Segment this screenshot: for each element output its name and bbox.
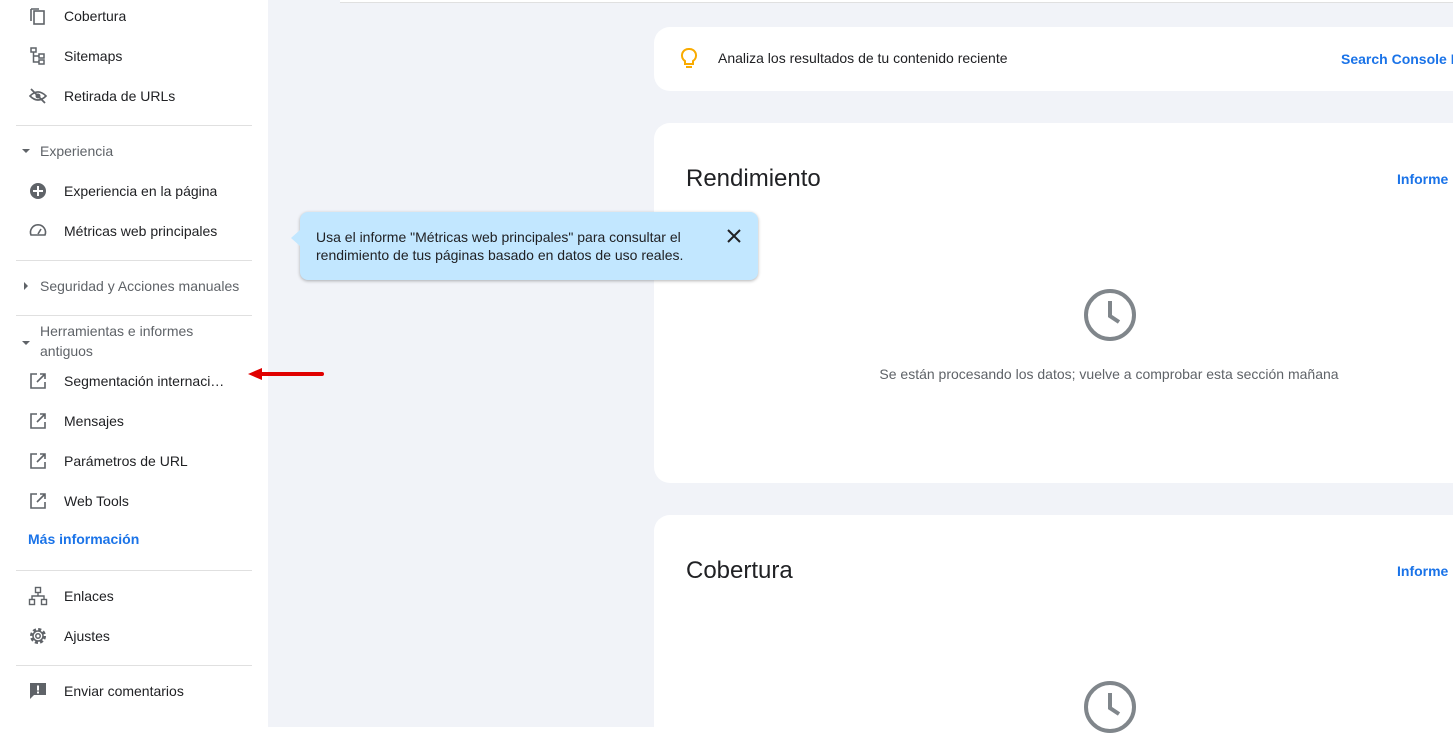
- section-security[interactable]: Seguridad y Acciones manuales: [0, 276, 256, 296]
- section-header-label: Herramientas e informes: [40, 323, 194, 339]
- sidebar-item-label: Ajustes: [64, 628, 110, 644]
- section-header-label: antiguos: [40, 343, 93, 359]
- performance-title: Rendimiento: [686, 165, 821, 192]
- more-info-link[interactable]: Más información: [28, 531, 139, 547]
- coverage-report-link[interactable]: Informe: [1397, 563, 1448, 579]
- section-header-label: Experiencia: [40, 143, 114, 159]
- caret-down-icon: [22, 149, 30, 153]
- sidebar: Cobertura Sitemaps Retirada de URLs Expe…: [0, 0, 268, 727]
- external-link-icon: [30, 493, 46, 509]
- sidebar-item-label: Mensajes: [64, 413, 124, 429]
- external-link-icon: [30, 413, 46, 429]
- tooltip-text-line: rendimiento de tus páginas basado en dat…: [316, 247, 684, 263]
- sidebar-item-messages[interactable]: Mensajes: [0, 401, 256, 441]
- sidebar-item-sitemaps[interactable]: Sitemaps: [0, 36, 256, 76]
- tooltip-text: Usa el informe "Métricas web principales…: [316, 228, 716, 264]
- sidebar-divider: [16, 315, 252, 316]
- sidebar-item-label: Sitemaps: [64, 48, 123, 64]
- external-link-icon: [30, 453, 46, 469]
- performance-card: Rendimiento Informe Se están procesando …: [654, 123, 1453, 483]
- tooltip-text-line: Usa el informe "Métricas web principales…: [316, 229, 681, 245]
- external-link-icon: [30, 373, 46, 389]
- caret-down-icon: [22, 341, 30, 345]
- annotation-arrow-icon: [248, 368, 324, 380]
- tooltip-pointer: [291, 230, 300, 246]
- processing-message: Se están procesando los datos; vuelve a …: [879, 366, 1339, 382]
- links-tree-icon: [28, 586, 48, 606]
- section-header-label: Seguridad y Acciones manuales: [40, 278, 240, 294]
- tip-link[interactable]: Search Console I: [1341, 51, 1453, 67]
- gear-icon: [30, 628, 46, 644]
- sidebar-item-url-removal[interactable]: Retirada de URLs: [0, 76, 256, 116]
- sidebar-item-core-web-vitals[interactable]: Métricas web principales: [0, 211, 256, 251]
- sidebar-item-links[interactable]: Enlaces: [0, 576, 256, 616]
- sidebar-item-label: Métricas web principales: [64, 223, 218, 239]
- section-experience[interactable]: Experiencia: [0, 141, 256, 161]
- sidebar-item-url-parameters[interactable]: Parámetros de URL: [0, 441, 256, 481]
- coverage-title: Cobertura: [686, 557, 793, 584]
- sidebar-item-label: Experiencia en la página: [64, 183, 218, 199]
- sidebar-item-settings[interactable]: Ajustes: [0, 616, 256, 656]
- sidebar-item-coverage[interactable]: Cobertura: [0, 0, 256, 36]
- sidebar-item-web-tools[interactable]: Web Tools: [0, 481, 256, 521]
- clock-icon: [1084, 289, 1136, 341]
- sidebar-item-label: Enviar comentarios: [64, 683, 184, 699]
- sidebar-item-label: Web Tools: [64, 493, 129, 509]
- sidebar-divider: [16, 125, 252, 126]
- sitemap-icon: [30, 47, 45, 65]
- coverage-card: Cobertura Informe: [654, 515, 1453, 755]
- plus-circle-icon: [30, 183, 46, 199]
- sidebar-item-send-feedback[interactable]: Enviar comentarios: [0, 671, 256, 711]
- top-divider: [340, 0, 1453, 3]
- copy-pages-icon: [30, 8, 45, 25]
- caret-right-icon: [24, 282, 28, 290]
- feedback-icon: [30, 683, 46, 699]
- section-legacy-tools[interactable]: Herramientas e informes antiguos: [0, 321, 256, 361]
- sidebar-item-page-experience[interactable]: Experiencia en la página: [0, 171, 256, 211]
- close-icon[interactable]: [724, 226, 744, 246]
- tip-card: Analiza los resultados de tu contenido r…: [654, 27, 1453, 91]
- sidebar-item-international-targeting[interactable]: Segmentación internaci…: [0, 361, 256, 401]
- sidebar-item-label: Parámetros de URL: [64, 453, 188, 469]
- sidebar-item-label: Enlaces: [64, 588, 114, 604]
- sidebar-divider: [16, 260, 252, 261]
- sidebar-divider: [16, 665, 252, 666]
- sidebar-divider: [16, 570, 252, 571]
- sidebar-item-label: Cobertura: [64, 8, 127, 24]
- tip-text: Analiza los resultados de tu contenido r…: [718, 50, 1008, 66]
- gauge-icon: [29, 224, 47, 236]
- sidebar-item-label: Segmentación internaci…: [64, 373, 225, 389]
- eye-off-icon: [28, 88, 48, 104]
- lightbulb-icon: [680, 48, 698, 68]
- performance-report-link[interactable]: Informe: [1397, 171, 1448, 187]
- sidebar-item-label: Retirada de URLs: [64, 88, 176, 104]
- core-web-vitals-tooltip: Usa el informe "Métricas web principales…: [291, 212, 758, 280]
